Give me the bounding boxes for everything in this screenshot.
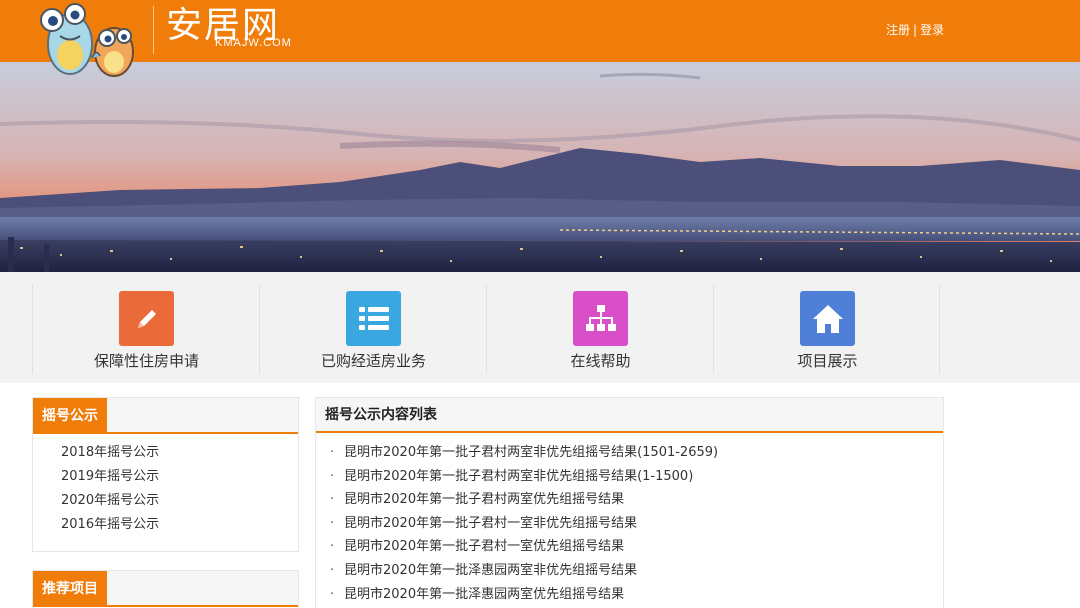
list-item[interactable]: · 昆明市2020年第一批子君村一室优先组摇号结果 — [330, 535, 943, 559]
mascot-logo-icon[interactable] — [30, 0, 142, 80]
list-item-title: 昆明市2020年第一批子君村一室优先组摇号结果 — [344, 539, 625, 555]
quicknav-housing-application[interactable]: 保障性住房申请 — [32, 284, 259, 374]
lottery-year-link[interactable]: 2019年摇号公示 — [61, 465, 298, 489]
bullet: · — [330, 586, 335, 602]
quicknav-purchased-housing[interactable]: 已购经适房业务 — [259, 284, 486, 374]
login-link[interactable]: 登录 — [920, 23, 944, 37]
panel-header: 推荐项目 — [33, 571, 298, 607]
bullet: · — [330, 445, 335, 460]
auth-separator: | — [913, 23, 918, 37]
quicknav-label: 项目展示 — [797, 352, 858, 370]
lottery-year-link[interactable]: 2016年摇号公示 — [61, 513, 298, 537]
panel-title: 摇号公示 — [33, 398, 107, 434]
lottery-year-link[interactable]: 2018年摇号公示 — [61, 441, 298, 465]
lottery-year-list: 2018年摇号公示 2019年摇号公示 2020年摇号公示 2016年摇号公示 — [33, 434, 298, 537]
list-item-title: 昆明市2020年第一批子君村一室非优先组摇号结果 — [344, 515, 638, 531]
list-item[interactable]: · 昆明市2020年第一批子君村两室非优先组摇号结果(1-1500) — [330, 465, 943, 489]
bullet: · — [330, 492, 335, 508]
list-item[interactable]: · 昆明市2020年第一批泽惠园两室非优先组摇号结果 — [330, 559, 943, 583]
panel-title: 推荐项目 — [33, 571, 107, 607]
home-icon — [800, 291, 855, 346]
list-item[interactable]: · 昆明市2020年第一批泽惠园两室优先组摇号结果 — [330, 583, 943, 607]
site-header: 安居网 KMAJW.COM 注册 | 登录 — [0, 0, 1080, 77]
sitemap-icon — [573, 291, 628, 346]
content-list-title: 摇号公示内容列表 — [316, 398, 943, 433]
hero-banner — [0, 62, 1080, 272]
list-item-title: 昆明市2020年第一批泽惠园两室非优先组摇号结果 — [344, 562, 638, 578]
recommended-projects-panel: 推荐项目 — [32, 570, 299, 608]
pencil-icon — [119, 291, 174, 346]
list-item-title: 昆明市2020年第一批子君村两室优先组摇号结果 — [344, 492, 625, 508]
quicknav-online-help[interactable]: 在线帮助 — [486, 284, 713, 374]
quicknav-label: 已购经适房业务 — [320, 352, 426, 370]
bullet: · — [330, 562, 335, 578]
lottery-sidebar-panel: 摇号公示 2018年摇号公示 2019年摇号公示 2020年摇号公示 2016年… — [32, 397, 299, 552]
list-item[interactable]: · 昆明市2020年第一批子君村两室非优先组摇号结果(1501-2659) — [330, 441, 943, 465]
list-item[interactable]: · 昆明市2020年第一批子君村两室优先组摇号结果 — [330, 488, 943, 512]
quick-nav: 保障性住房申请 已购经适房业务 在线帮助 项目展示 — [0, 272, 1080, 383]
bullet: · — [330, 515, 335, 531]
auth-links: 注册 | 登录 — [886, 22, 944, 38]
list-icon — [346, 291, 401, 346]
quicknav-label: 在线帮助 — [570, 352, 631, 370]
list-item-title: 昆明市2020年第一批泽惠园两室优先组摇号结果 — [344, 586, 625, 602]
site-logo-domain: KMAJW.COM — [215, 37, 292, 49]
bullet: · — [330, 468, 335, 484]
quicknav-label: 保障性住房申请 — [93, 352, 199, 370]
bullet: · — [330, 539, 335, 555]
register-link[interactable]: 注册 — [886, 23, 910, 37]
city-sunset-banner-image — [0, 62, 1080, 272]
list-item[interactable]: · 昆明市2020年第一批子君村一室非优先组摇号结果 — [330, 512, 943, 536]
lottery-content-panel: 摇号公示内容列表 · 昆明市2020年第一批子君村两室非优先组摇号结果(1501-… — [315, 397, 944, 608]
list-item-title: 昆明市2020年第一批子君村两室非优先组摇号结果(1-1500) — [344, 468, 694, 484]
logo-divider — [153, 6, 154, 54]
lottery-result-list: · 昆明市2020年第一批子君村两室非优先组摇号结果(1501-2659) · 昆明… — [316, 433, 943, 606]
list-item-title: 昆明市2020年第一批子君村两室非优先组摇号结果(1501-2659) — [344, 445, 719, 460]
lottery-year-link[interactable]: 2020年摇号公示 — [61, 489, 298, 513]
quicknav-project-showcase[interactable]: 项目展示 — [713, 284, 940, 374]
panel-header: 摇号公示 — [33, 398, 298, 434]
